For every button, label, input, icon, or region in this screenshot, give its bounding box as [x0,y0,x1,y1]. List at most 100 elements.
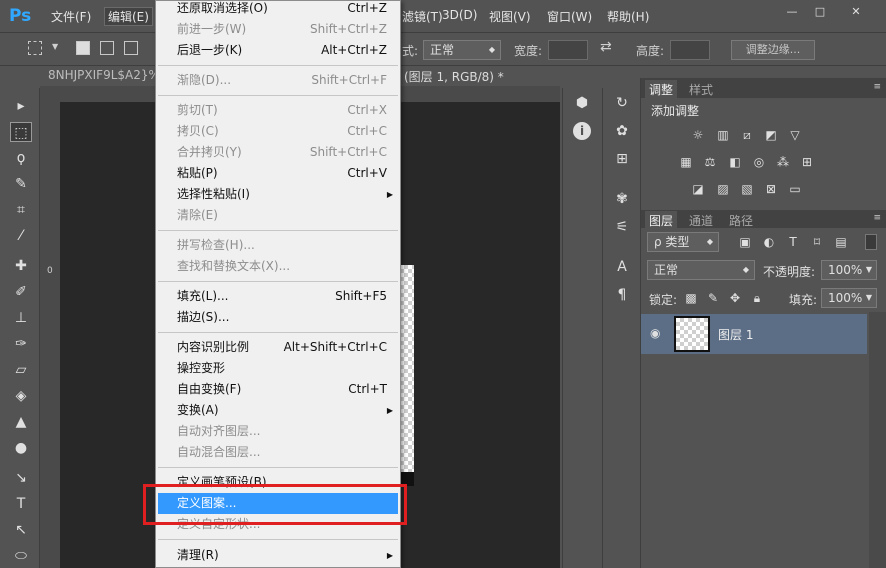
add-selection-icon[interactable] [100,41,114,55]
smart-object-filter-icon[interactable]: ▤ [833,235,849,249]
quick-select-tool-icon[interactable]: ✎ [10,174,32,194]
hue-saturation-icon[interactable]: ▦ [678,155,694,169]
channel-mixer-icon[interactable]: ⁂ [775,155,791,169]
blur-tool-icon[interactable]: ▲ [10,412,32,432]
brush-panel-icon[interactable]: ✾ [613,190,631,208]
lock-transparent-icon[interactable]: ▩ [683,291,699,305]
swap-icon[interactable]: ⇄ [600,39,612,55]
subtract-selection-icon[interactable] [124,41,138,55]
pixel-filter-icon[interactable]: ▣ [737,235,753,249]
ellipse-tool-icon[interactable]: ⬭ [10,546,32,566]
document-tab-title[interactable]: (图层 1, RGB/8) * [404,68,504,86]
lock-position-icon[interactable]: ✥ [727,291,743,305]
menu-item-fade[interactable]: 渐隐(D)... Shift+Ctrl+F [177,70,399,91]
levels-icon[interactable]: ▥ [715,128,731,142]
menu-item-cut[interactable]: 剪切(T) Ctrl+X [177,100,399,121]
menu-view[interactable]: 视图(V) [489,8,531,25]
filter-toggle[interactable] [865,234,877,250]
menu-item-purge[interactable]: 清理(R) ▶ [177,545,399,566]
height-field[interactable] [670,40,710,60]
lock-pixels-icon[interactable]: ✎ [705,291,721,305]
crop-tool-icon[interactable]: ⌗ [10,200,32,220]
menu-item-spell-check[interactable]: 拼写检查(H)... [177,235,399,256]
vibrance-icon[interactable]: ▽ [787,128,803,142]
restore-button[interactable]: □ [810,4,830,20]
menu-item-paste-special[interactable]: 选择性粘贴(I) ▶ [177,184,399,205]
menu-edit[interactable]: 编辑(E) [104,7,153,26]
tab-channels[interactable]: 通道 [685,211,717,230]
posterize-icon[interactable]: ▨ [715,182,731,196]
color-balance-icon[interactable]: ⚖ [702,155,718,169]
layers-panel-menu-icon[interactable]: ≡ [873,213,881,223]
character-panel-icon[interactable]: A [613,258,631,276]
menu-item-step-forward[interactable]: 前进一步(W) Shift+Ctrl+Z [177,19,399,40]
transparent-canvas[interactable] [400,265,414,485]
blend-mode-select[interactable]: 正常 ◆ [647,260,755,280]
path-select-tool-icon[interactable]: ↖ [10,520,32,540]
history-panel-icon[interactable]: ↻ [613,94,631,112]
brush-tool-icon[interactable]: ✐ [10,282,32,302]
eyedropper-tool-icon[interactable]: ⁄ [10,226,32,246]
menu-item-undo[interactable]: 还原取消选择(O) Ctrl+Z [177,0,399,19]
move-tool-icon[interactable]: ▸ [10,96,32,116]
tab-paths[interactable]: 路径 [725,211,757,230]
clone-stamp-tool-icon[interactable]: ⊥ [10,308,32,328]
tab-styles[interactable]: 样式 [685,80,717,99]
menu-window[interactable]: 窗口(W) [547,8,592,25]
minimize-button[interactable]: — [782,4,802,20]
menu-item-auto-blend[interactable]: 自动混合图层... [177,442,399,463]
menu-item-clear[interactable]: 清除(E) [177,205,399,226]
document-tab[interactable]: 8NHJPXIF9L$A2}% [48,68,160,86]
tab-layers[interactable]: 图层 [645,211,678,230]
grid-panel-icon[interactable]: ⊞ [613,150,631,168]
menu-item-step-backward[interactable]: 后退一步(K) Alt+Ctrl+Z [177,40,399,61]
type-filter-icon[interactable]: T [785,235,801,249]
menu-item-copy[interactable]: 拷贝(C) Ctrl+C [177,121,399,142]
menu-item-transform[interactable]: 变换(A) ▶ [177,400,399,421]
menu-item-puppet-warp[interactable]: 操控变形 [177,358,399,379]
3d-panel-icon[interactable]: ⬢ [573,94,591,112]
lasso-tool-icon[interactable]: ϙ [10,148,32,168]
paragraph-panel-icon[interactable]: ¶ [613,286,631,304]
menu-item-auto-align[interactable]: 自动对齐图层... [177,421,399,442]
invert-icon[interactable]: ◪ [690,182,706,196]
tab-adjustments[interactable]: 调整 [645,80,678,99]
fill-field[interactable]: 100% ▼ [821,288,877,308]
layers-scrollbar[interactable] [869,312,886,568]
menu-file[interactable]: 文件(F) [51,8,91,25]
menu-item-find-replace[interactable]: 查找和替换文本(X)... [177,256,399,277]
marquee-preset-icon[interactable] [28,41,42,55]
width-field[interactable] [548,40,588,60]
menu-item-content-aware-scale[interactable]: 内容识别比例 Alt+Shift+Ctrl+C [177,337,399,358]
visibility-eye-icon[interactable]: ◉ [650,326,660,340]
menu-item-copy-merged[interactable]: 合并拷贝(Y) Shift+Ctrl+C [177,142,399,163]
brightness-icon[interactable]: ☼ [690,128,706,142]
menu-item-free-transform[interactable]: 自由变换(F) Ctrl+T [177,379,399,400]
marquee-tool-icon[interactable]: ⬚ [10,122,32,142]
opacity-field[interactable]: 100% ▼ [821,260,877,280]
swatches-panel-icon[interactable]: ✿ [613,122,631,140]
shape-filter-icon[interactable]: ⌑ [809,235,825,249]
color-lookup-icon[interactable]: ⊞ [799,155,815,169]
menu-3d[interactable]: 3D(D) [442,8,477,22]
history-brush-tool-icon[interactable]: ✑ [10,334,32,354]
black-white-icon[interactable]: ◧ [727,155,743,169]
lock-all-icon[interactable]: 🔒︎ [749,291,765,305]
gradient-map-icon[interactable]: ▭ [787,182,803,196]
style-select[interactable]: 正常 ◆ [423,40,501,60]
dodge-tool-icon[interactable]: ● [10,438,32,458]
paint-bucket-tool-icon[interactable]: ◈ [10,386,32,406]
curves-icon[interactable]: ⧄ [739,128,755,142]
tool-presets-icon[interactable]: ⚟ [613,218,631,236]
selective-color-icon[interactable]: ⊠ [763,182,779,196]
pen-tool-icon[interactable]: ↘ [10,468,32,488]
menu-filter[interactable]: 滤镜(T) [402,8,443,25]
close-button[interactable]: ✕ [846,4,866,20]
info-icon[interactable]: i [573,122,591,140]
menu-item-fill[interactable]: 填充(L)... Shift+F5 [177,286,399,307]
eraser-tool-icon[interactable]: ▱ [10,360,32,380]
refine-edge-button[interactable]: 调整边缘... [731,40,815,60]
preset-arrow-icon[interactable]: ▼ [52,42,58,51]
photo-filter-icon[interactable]: ◎ [751,155,767,169]
new-selection-icon[interactable] [76,41,90,55]
